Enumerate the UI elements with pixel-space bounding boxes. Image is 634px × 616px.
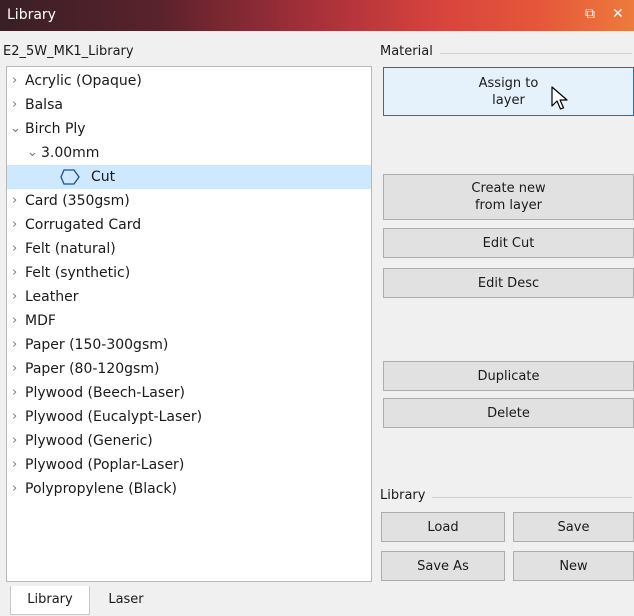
tree-item-3mm[interactable]: ⌄ 3.00mm: [7, 141, 371, 165]
library-section-label: Library: [380, 488, 426, 503]
restore-icon[interactable]: ⧉: [585, 6, 595, 22]
chevron-down-icon[interactable]: ⌄: [27, 141, 38, 165]
chevron-right-icon[interactable]: ›: [12, 477, 17, 501]
chevron-right-icon[interactable]: ›: [12, 237, 17, 261]
tree-item-cut[interactable]: Cut: [7, 165, 371, 189]
tree-item-mdf[interactable]: › MDF: [7, 309, 371, 333]
new-button[interactable]: New: [513, 551, 634, 581]
tree-item-label: Leather: [25, 289, 79, 305]
tree-item-balsa[interactable]: › Balsa: [7, 93, 371, 117]
chevron-right-icon[interactable]: ›: [12, 309, 17, 333]
tree-item-label: Polypropylene (Black): [25, 481, 177, 497]
duplicate-button[interactable]: Duplicate: [383, 361, 634, 391]
tree-item-label: Plywood (Poplar-Laser): [25, 457, 185, 473]
tree-item-paper-light[interactable]: › Paper (80-120gsm): [7, 357, 371, 381]
tree-item-label: Cut: [91, 169, 116, 185]
chevron-right-icon[interactable]: ›: [12, 357, 17, 381]
tree-item-plywood-poplar[interactable]: › Plywood (Poplar-Laser): [7, 453, 371, 477]
chevron-right-icon[interactable]: ›: [12, 285, 17, 309]
tab-library[interactable]: Library: [10, 586, 90, 615]
library-section-divider: [432, 497, 632, 498]
tree-item-label: Acrylic (Opaque): [25, 73, 142, 89]
tree-item-label: Corrugated Card: [25, 217, 142, 233]
tree-item-label: MDF: [25, 313, 56, 329]
window-title: Library: [7, 7, 56, 23]
tree-item-corrugated-card[interactable]: › Corrugated Card: [7, 213, 371, 237]
tree-item-plywood-eucalypt[interactable]: › Plywood (Eucalypt-Laser): [7, 405, 371, 429]
tree-item-plywood-generic[interactable]: › Plywood (Generic): [7, 429, 371, 453]
window-titlebar: Library ⧉ ✕: [0, 0, 634, 31]
tree-item-polypropylene[interactable]: › Polypropylene (Black): [7, 477, 371, 501]
create-new-from-layer-button[interactable]: Create new from layer: [383, 174, 634, 220]
edit-cut-button[interactable]: Edit Cut: [383, 228, 634, 258]
chevron-right-icon[interactable]: ›: [12, 429, 17, 453]
material-section-divider: [440, 53, 632, 54]
chevron-right-icon[interactable]: ›: [12, 333, 17, 357]
chevron-right-icon[interactable]: ›: [12, 93, 17, 117]
library-name: E2_5W_MK1_Library: [3, 44, 134, 59]
chevron-right-icon[interactable]: ›: [12, 261, 17, 285]
chevron-right-icon[interactable]: ›: [12, 213, 17, 237]
tree-item-label: Felt (synthetic): [25, 265, 131, 281]
edit-desc-button[interactable]: Edit Desc: [383, 268, 634, 298]
tree-item-label: Felt (natural): [25, 241, 116, 257]
close-icon[interactable]: ✕: [612, 6, 624, 22]
tree-item-label: Paper (150-300gsm): [25, 337, 169, 353]
tab-bar: Library Laser: [0, 586, 634, 616]
save-button[interactable]: Save: [513, 512, 634, 542]
tree-item-card[interactable]: › Card (350gsm): [7, 189, 371, 213]
tree-item-label: Balsa: [25, 97, 63, 113]
tab-laser[interactable]: Laser: [92, 586, 160, 614]
chevron-right-icon[interactable]: ›: [12, 189, 17, 213]
tree-item-label: Plywood (Eucalypt-Laser): [25, 409, 203, 425]
delete-button[interactable]: Delete: [383, 398, 634, 428]
material-tree[interactable]: › Acrylic (Opaque) › Balsa ⌄ Birch Ply ⌄…: [6, 66, 372, 582]
assign-to-layer-button[interactable]: Assign to layer: [383, 67, 634, 116]
tree-item-label: 3.00mm: [41, 145, 100, 161]
chevron-down-icon[interactable]: ⌄: [10, 117, 21, 141]
tree-item-label: Paper (80-120gsm): [25, 361, 160, 377]
save-as-button[interactable]: Save As: [381, 551, 505, 581]
tree-item-birch-ply[interactable]: ⌄ Birch Ply: [7, 117, 371, 141]
chevron-right-icon[interactable]: ›: [12, 381, 17, 405]
material-section-label: Material: [380, 44, 433, 59]
tree-item-felt-natural[interactable]: › Felt (natural): [7, 237, 371, 261]
cut-shape-icon: [60, 169, 80, 185]
tree-item-paper-heavy[interactable]: › Paper (150-300gsm): [7, 333, 371, 357]
tree-item-acrylic[interactable]: › Acrylic (Opaque): [7, 69, 371, 93]
chevron-right-icon[interactable]: ›: [12, 405, 17, 429]
tree-item-plywood-beech[interactable]: › Plywood (Beech-Laser): [7, 381, 371, 405]
mouse-cursor-icon: [551, 86, 568, 110]
tree-item-label: Plywood (Beech-Laser): [25, 385, 185, 401]
tree-item-label: Card (350gsm): [25, 193, 130, 209]
tree-item-leather[interactable]: › Leather: [7, 285, 371, 309]
tree-item-label: Birch Ply: [25, 121, 86, 137]
chevron-right-icon[interactable]: ›: [12, 69, 17, 93]
tree-item-label: Plywood (Generic): [25, 433, 153, 449]
chevron-right-icon[interactable]: ›: [12, 453, 17, 477]
tree-item-felt-synthetic[interactable]: › Felt (synthetic): [7, 261, 371, 285]
load-button[interactable]: Load: [381, 512, 505, 542]
